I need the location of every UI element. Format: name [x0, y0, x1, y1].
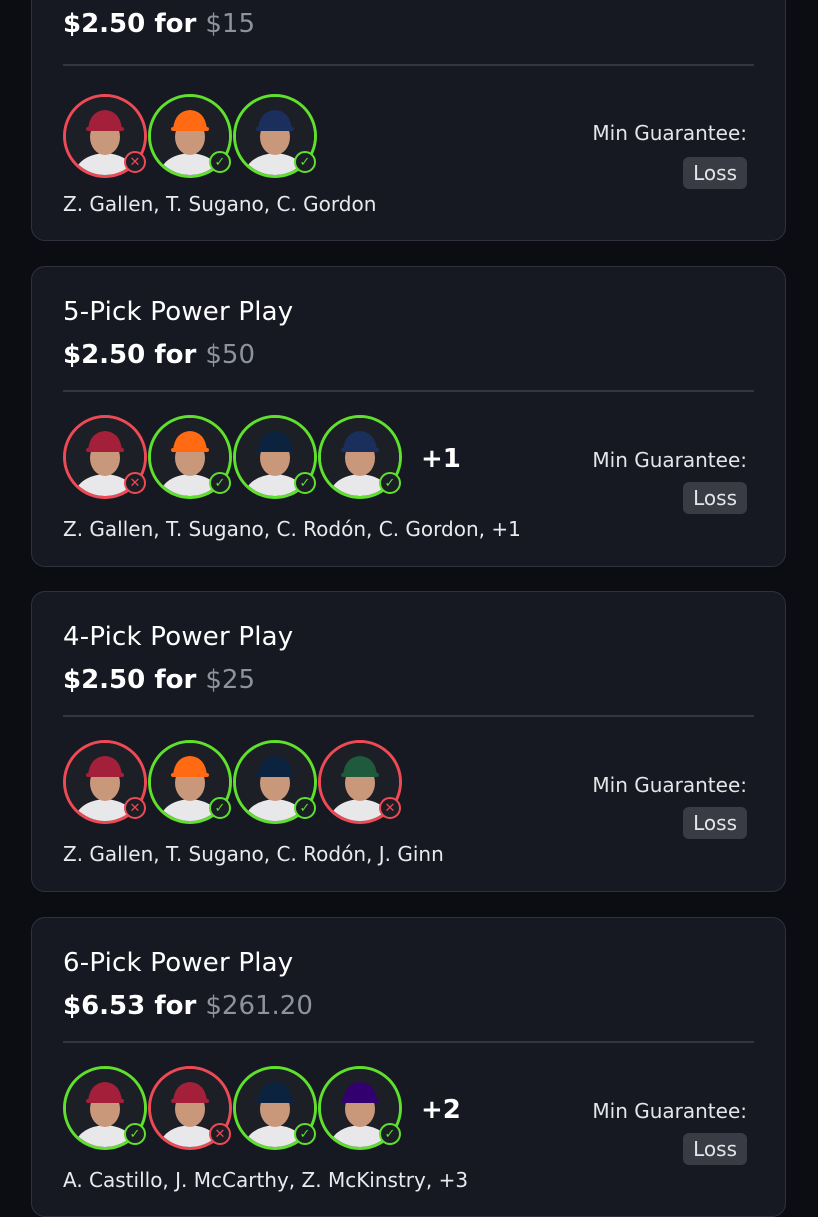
- entry-amount: $2.50 for $15: [63, 9, 255, 39]
- entry-title: 5-Pick Power Play: [63, 297, 294, 327]
- min-guarantee-badge: Loss: [683, 157, 747, 189]
- player-avatar: ✓: [233, 1066, 317, 1150]
- x-mark-icon: ✕: [124, 797, 146, 819]
- entry-card[interactable]: 5-Pick Power Play $2.50 for $50 ✕ ✓ ✓ ✓ +1 …: [31, 266, 786, 567]
- checkmark-icon: ✓: [379, 1123, 401, 1145]
- min-guarantee-badge: Loss: [683, 1133, 747, 1165]
- checkmark-icon: ✓: [294, 472, 316, 494]
- entry-amount: $2.50 for $25: [63, 665, 255, 695]
- min-guarantee-badge: Loss: [683, 482, 747, 514]
- player-avatar: ✓: [148, 415, 232, 499]
- player-avatar: ✕: [63, 740, 147, 824]
- player-avatar: ✓: [318, 415, 402, 499]
- player-names: A. Castillo, J. McCarthy, Z. McKinstry, …: [63, 1168, 469, 1192]
- player-avatar: ✕: [148, 1066, 232, 1150]
- player-avatar: ✕: [63, 415, 147, 499]
- for-label: for: [154, 340, 197, 370]
- player-avatar: ✕: [63, 94, 147, 178]
- player-avatar: ✓: [63, 1066, 147, 1150]
- checkmark-icon: ✓: [294, 797, 316, 819]
- x-mark-icon: ✕: [124, 151, 146, 173]
- entry-amount: $2.50 for $50: [63, 340, 255, 370]
- more-players-count: +2: [421, 1095, 461, 1125]
- player-names: Z. Gallen, T. Sugano, C. Gordon: [63, 192, 377, 216]
- checkmark-icon: ✓: [209, 472, 231, 494]
- player-avatar: ✕: [318, 740, 402, 824]
- checkmark-icon: ✓: [294, 151, 316, 173]
- checkmark-icon: ✓: [379, 472, 401, 494]
- card-divider: [63, 715, 754, 717]
- x-mark-icon: ✕: [379, 797, 401, 819]
- payout-amount: $50: [205, 340, 256, 370]
- stake-amount: $2.50: [63, 9, 146, 39]
- player-avatar: ✓: [148, 94, 232, 178]
- stake-amount: $2.50: [63, 665, 146, 695]
- entry-card[interactable]: 6-Pick Power Play $6.53 for $261.20 ✓ ✕ ✓ ✓…: [31, 917, 786, 1217]
- player-avatar: ✓: [233, 415, 317, 499]
- min-guarantee-label: Min Guarantee:: [592, 1099, 747, 1123]
- checkmark-icon: ✓: [294, 1123, 316, 1145]
- card-divider: [63, 64, 754, 66]
- payout-amount: $15: [205, 9, 256, 39]
- player-avatar: ✓: [148, 740, 232, 824]
- player-avatar: ✓: [318, 1066, 402, 1150]
- stake-amount: $6.53: [63, 991, 146, 1021]
- min-guarantee-label: Min Guarantee:: [592, 773, 747, 797]
- x-mark-icon: ✕: [209, 1123, 231, 1145]
- min-guarantee-badge: Loss: [683, 807, 747, 839]
- payout-amount: $25: [205, 665, 256, 695]
- checkmark-icon: ✓: [209, 797, 231, 819]
- checkmark-icon: ✓: [124, 1123, 146, 1145]
- card-divider: [63, 390, 754, 392]
- card-divider: [63, 1041, 754, 1043]
- checkmark-icon: ✓: [209, 151, 231, 173]
- player-avatar: ✓: [233, 740, 317, 824]
- for-label: for: [154, 9, 197, 39]
- player-names: Z. Gallen, T. Sugano, C. Rodón, C. Gordo…: [63, 517, 521, 541]
- min-guarantee-label: Min Guarantee:: [592, 121, 747, 145]
- x-mark-icon: ✕: [124, 472, 146, 494]
- entry-amount: $6.53 for $261.20: [63, 991, 313, 1021]
- entry-title: 4-Pick Power Play: [63, 622, 294, 652]
- payout-amount: $261.20: [205, 991, 313, 1021]
- for-label: for: [154, 991, 197, 1021]
- player-avatar: ✓: [233, 94, 317, 178]
- for-label: for: [154, 665, 197, 695]
- stake-amount: $2.50: [63, 340, 146, 370]
- player-names: Z. Gallen, T. Sugano, C. Rodón, J. Ginn: [63, 842, 444, 866]
- entry-card[interactable]: $2.50 for $15 ✕ ✓ ✓ Z. Gallen, T. Sugano, …: [31, 0, 786, 241]
- entry-title: 6-Pick Power Play: [63, 948, 294, 978]
- more-players-count: +1: [421, 444, 461, 474]
- min-guarantee-label: Min Guarantee:: [592, 448, 747, 472]
- entry-card[interactable]: 4-Pick Power Play $2.50 for $25 ✕ ✓ ✓ ✕ Z. …: [31, 591, 786, 892]
